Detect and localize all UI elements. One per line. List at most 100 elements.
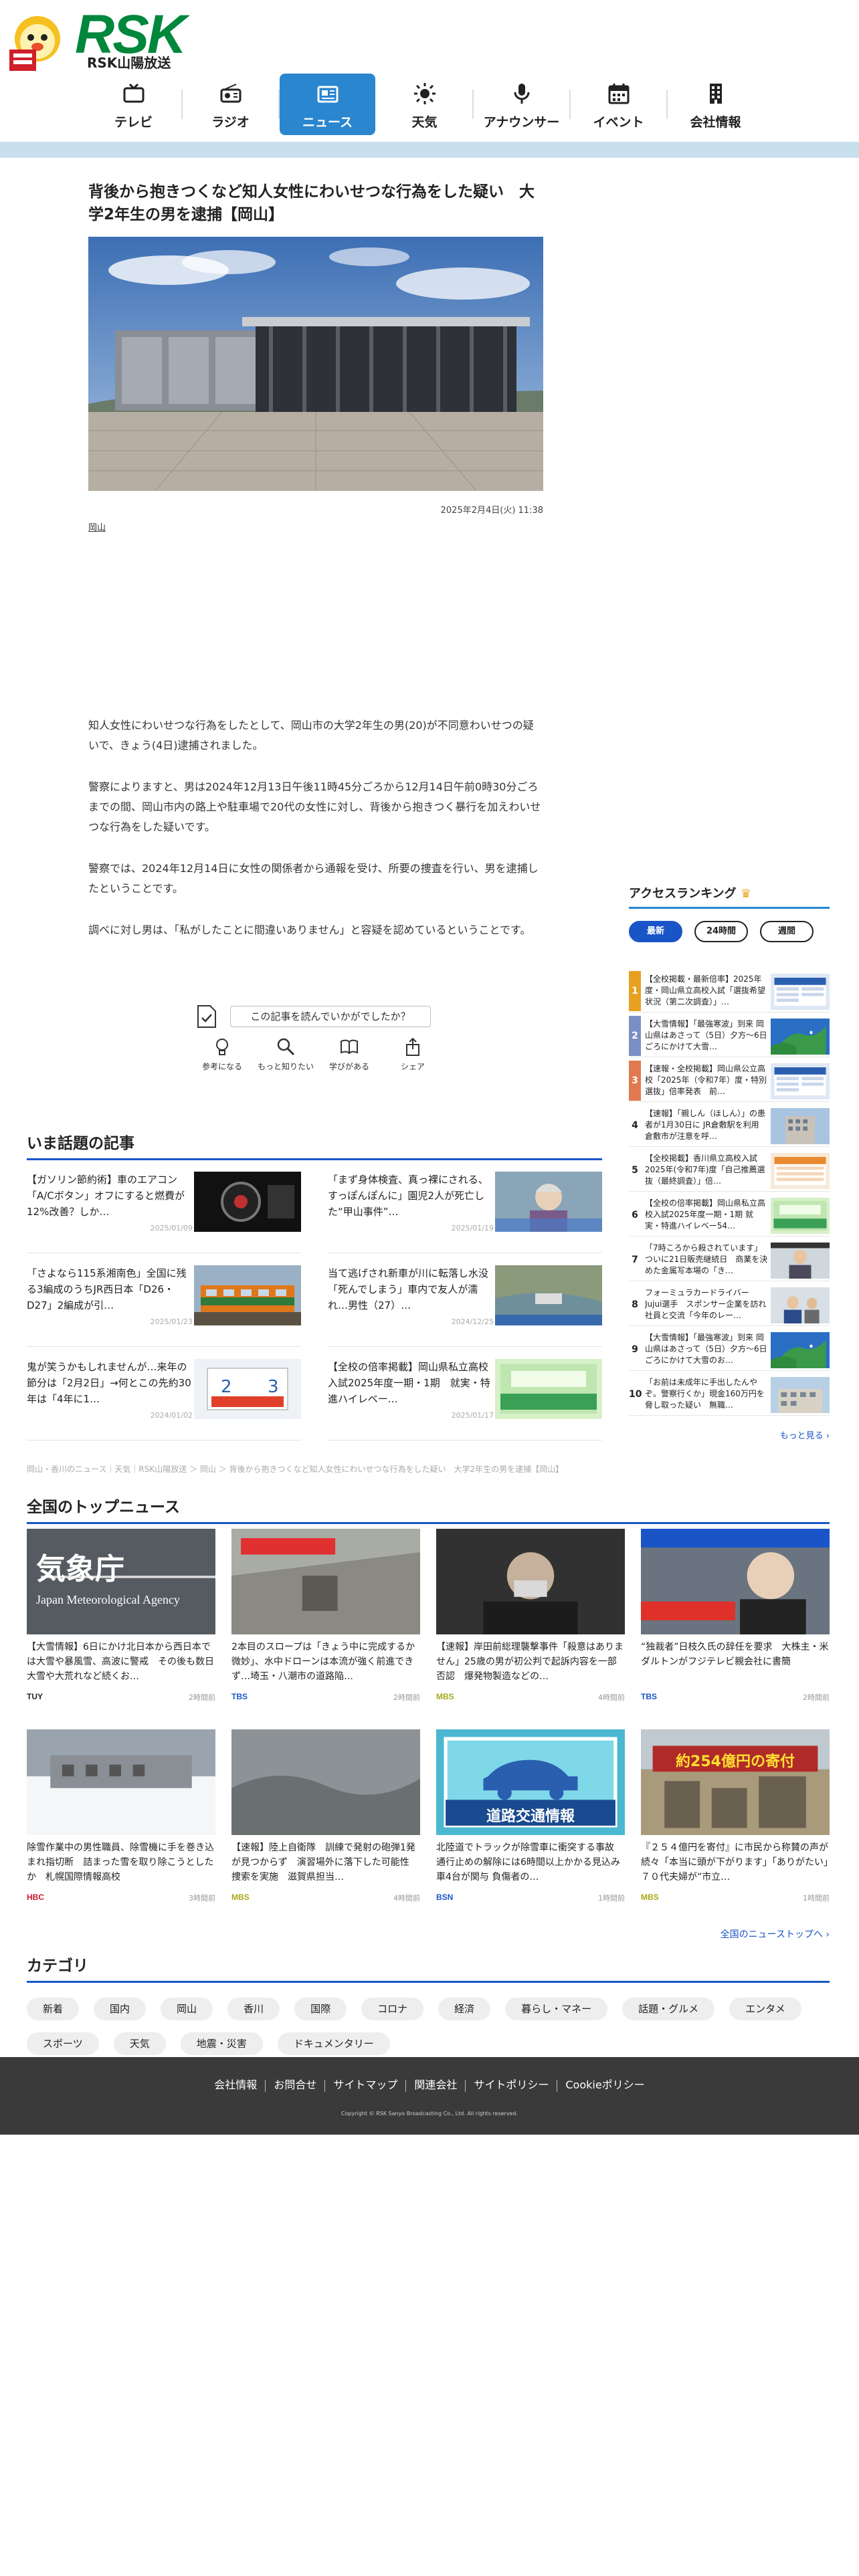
trending-item-title: 当て逃げされ新車が川に転落し水没「死んでしまう」車内で友人が濡れ…男性（27）…	[328, 1267, 489, 1311]
feedback-box: この記事を読んでいかがでしたか？ 参考になる もっと知りたい 学びがある シェア	[88, 1003, 543, 1103]
feedback-learn-button[interactable]: 学びがある	[316, 1037, 383, 1072]
feedback-helpful-button[interactable]: 参考になる	[189, 1037, 256, 1072]
trending-item[interactable]: 【全校の倍率掲載】岡山県私立高校入試2025年度一期・1期 就実・特進ハイレベー…	[328, 1359, 602, 1440]
site-logo[interactable]: RSK RSK山陽放送	[5, 5, 187, 72]
trending-item[interactable]: 鬼が笑うかもしれませんが…来年の節分は「2月2日」→何とこの先約30年は「4年に…	[27, 1359, 301, 1440]
ranking-thumbnail	[771, 1063, 830, 1099]
nav-item-company[interactable]: 会社情報	[668, 74, 763, 135]
category-chip[interactable]: エンタメ	[729, 1998, 801, 2020]
nav-item-event[interactable]: イベント	[571, 74, 666, 135]
trending-item-date: 2025/01/19	[451, 1224, 494, 1232]
tv-icon	[86, 82, 181, 110]
article-photo	[88, 237, 543, 491]
national-news-image	[436, 1529, 625, 1634]
national-news-image	[231, 1729, 420, 1835]
feedback-more-button[interactable]: もっと知りたい	[252, 1037, 319, 1072]
footer-link[interactable]: お問合せ	[274, 2078, 316, 2091]
national-news-card[interactable]: 【速報】岸田前総理襲撃事件「殺意はありません」25歳の男が初公判で起訴内容を一部…	[436, 1529, 625, 1720]
nav-item-news[interactable]: ニュース	[280, 74, 375, 135]
footer-link[interactable]: Cookieポリシー	[565, 2078, 644, 2091]
news-time: 2時間前	[803, 1693, 830, 1702]
category-chip[interactable]: コロナ	[361, 1998, 424, 2020]
national-news-title: 2本目のスロープは「きょう中に完成するか微妙」、水中ドローンは本流が強く前進でき…	[231, 1642, 415, 1682]
ranking-item[interactable]: 9 【大雪情報】「最強寒波」到来 岡山県はあさって（5日）夕方〜6日ごろにかけて…	[629, 1329, 830, 1371]
national-news-card[interactable]: 【速報】陸上自衛隊 訓練で発射の砲弾1発が見つからず 演習場外に落下した可能性 …	[231, 1729, 420, 1921]
category-chip[interactable]: 地震・災害	[180, 2032, 263, 2055]
national-title: 全国のトップニュース	[27, 1494, 830, 1524]
donation-banner-text: 約254億円の寄付	[676, 1753, 795, 1770]
category-chip[interactable]: 国内	[94, 1998, 147, 2020]
article: 背後から抱きつくなど知人女性にわいせつな行為をした疑い 大学2年生の男を逮捕【岡…	[88, 181, 543, 1071]
source-logo: MBS	[641, 1893, 659, 1902]
rank-number: 5	[629, 1150, 641, 1190]
category-chip[interactable]: 新着	[27, 1998, 80, 2020]
news-time: 1時間前	[803, 1894, 830, 1903]
trending-item[interactable]: 「さよなら115系湘南色」全国に残る3編成のうちJR西日本「D26・D27」2編…	[27, 1265, 301, 1347]
national-news-card[interactable]: 2本目のスロープは「きょう中に完成するか微妙」、水中ドローンは本流が強く前進でき…	[231, 1529, 420, 1720]
nav-item-weather[interactable]: 天気	[377, 74, 472, 135]
news-icon	[280, 82, 375, 110]
category-chip[interactable]: ドキュメンタリー	[277, 2032, 390, 2055]
national-news-title: “独裁者”日枝久氏の辞任を要求 大株主・米ダルトンがフジテレビ親会社に書簡	[641, 1642, 829, 1667]
nav-label: ニュース	[302, 115, 353, 130]
breadcrumb[interactable]: 岡山・香川のニュース｜天気｜RSK山陽放送 ＞ 岡山 ＞ 背後から抱きつくなど知…	[27, 1463, 830, 1475]
trending-item[interactable]: 当て逃げされ新車が川に転落し水没「死んでしまう」車内で友人が濡れ…男性（27）……	[328, 1265, 602, 1347]
ranking-item[interactable]: 1 【全校掲載・最新倍率】2025年度・岡山県立高校入試「選抜希望状況（第二次調…	[629, 971, 830, 1012]
ranking-item[interactable]: 4 【速報】「親しん（ほしん）」の患者が1月30日に JR倉敷駅を利用 倉敷市が…	[629, 1105, 830, 1147]
ranking-item[interactable]: 7 「7時ころから殺されています」ついに21日販売継続日 商業を決めた金属写本場…	[629, 1240, 830, 1281]
category-chip[interactable]: 天気	[113, 2032, 166, 2055]
category-chip[interactable]: スポーツ	[27, 2032, 99, 2055]
category-chip[interactable]: 香川	[227, 1998, 280, 2020]
share-button[interactable]: シェア	[379, 1037, 446, 1072]
category-chip[interactable]: 国際	[294, 1998, 347, 2020]
nav-item-tv[interactable]: テレビ	[86, 74, 181, 135]
footer-link[interactable]: 会社情報	[214, 2078, 257, 2091]
nav-item-announcer[interactable]: アナウンサー	[474, 74, 569, 135]
national-news-card[interactable]: 約254億円の寄付 『２５４億円を寄付』に市民から称賛の声が続々「本当に頭が下が…	[641, 1729, 830, 1921]
trending-item-title: 鬼が笑うかもしれませんが…来年の節分は「2月2日」→何とこの先約30年は「4年に…	[27, 1361, 191, 1405]
trending-item[interactable]: 【ガソリン節約術】車のエアコン「A/Cボタン」オフにすると燃費が12%改善？しか…	[27, 1172, 301, 1253]
ranking-item[interactable]: 8 フォーミュラカードライバー Jujui選手 スポンサー企業を訪れ社員と交流「…	[629, 1285, 830, 1326]
national-news-title: 【速報】岸田前総理襲撃事件「殺意はありません」25歳の男が初公判で起訴内容を一部…	[436, 1642, 624, 1682]
national-news-card[interactable]: 気象庁 Japan Meteorological Agency 【大雪情報】6日…	[27, 1529, 215, 1720]
ranking-tab-latest[interactable]: 最新	[629, 921, 682, 942]
trending-item-title: 【全校の倍率掲載】岡山県私立高校入試2025年度一期・1期 就実・特進ハイレベー…	[328, 1361, 490, 1405]
ranking-item[interactable]: 6 【全校の倍率掲載】岡山県私立高校入試2025年度一期・1期 就実・特進ハイレ…	[629, 1195, 830, 1237]
ranking-more-link[interactable]: もっと見る ›	[629, 1428, 830, 1441]
category-chip[interactable]: 岡山	[161, 1998, 213, 2020]
category-chip[interactable]: 経済	[438, 1998, 491, 2020]
ranking-thumbnail	[771, 1018, 830, 1055]
trending-item-date: 2025/01/09	[150, 1224, 193, 1232]
national-more-link[interactable]: 全国のニューストップへ ›	[27, 1927, 830, 1941]
trending-item-date: 2024/12/25	[451, 1317, 494, 1326]
national-news-card[interactable]: “独裁者”日枝久氏の辞任を要求 大株主・米ダルトンがフジテレビ親会社に書簡 TB…	[641, 1529, 830, 1720]
jma-sign-text: 気象庁	[36, 1552, 124, 1586]
crown-icon: ♛	[740, 887, 751, 901]
ranking-item[interactable]: 5 【全校掲載】香川県立高校入試2025年(令和7年)度「自己推薦選抜（最終調査…	[629, 1150, 830, 1192]
category-chip[interactable]: 暮らし・マネー	[505, 1998, 608, 2020]
ranking-item-title: 【全校の倍率掲載】岡山県私立高校入試2025年度一期・1期 就実・特進ハイレベー…	[645, 1198, 766, 1230]
radio-icon	[183, 82, 278, 110]
ranking-tab-weekly[interactable]: 週間	[760, 921, 814, 942]
ranking-thumbnail	[771, 1287, 830, 1323]
footer-link[interactable]: 関連会社	[414, 2078, 457, 2091]
national-news-card[interactable]: 道路交通情報 北陸道でトラックが除雪車に衝突する事故 通行止めの解除には6時間以…	[436, 1729, 625, 1921]
national-news-card[interactable]: 除雪作業中の男性職員、除雪機に手を巻き込まれ指切断 詰まった雪を取り除こうとした…	[27, 1729, 215, 1921]
ranking-item-title: 【全校掲載・最新倍率】2025年度・岡山県立高校入試「選抜希望状況（第二次調査）…	[645, 974, 766, 1006]
footer-link[interactable]: サイトマップ	[333, 2078, 397, 2091]
article-paragraph: 調べに対し男は、「私がしたことに間違いありません」と容疑を認めているということで…	[88, 924, 531, 936]
ranking-title: アクセスランキング ♛	[629, 884, 830, 909]
ranking-item[interactable]: 10 「お前は未成年に手出したんやぞ。警察行くか」現金160万円を脅し取った疑い…	[629, 1374, 830, 1416]
feedback-option-label: シェア	[400, 1062, 425, 1071]
ranking-tab-24h[interactable]: 24時間	[694, 921, 748, 942]
ranking-item[interactable]: 2 【大雪情報】「最強寒波」到来 岡山県はあさって（5日）夕方〜6日ごろにかけて…	[629, 1016, 830, 1057]
article-tag-link[interactable]: 岡山	[88, 520, 106, 533]
ranking-item[interactable]: 3 【速報・全校掲載】岡山県公立高校「2025年（令和7年）度・特別選抜」倍率発…	[629, 1061, 830, 1102]
sun-icon	[377, 82, 472, 110]
nav-item-radio[interactable]: ラジオ	[183, 74, 278, 135]
document-check-icon	[197, 1005, 216, 1028]
footer-link[interactable]: サイトポリシー	[474, 2078, 549, 2091]
feedback-option-label: もっと知りたい	[257, 1062, 314, 1071]
trending-item[interactable]: 「まず身体検査、真っ裸にされる、すっぽんぽんに」園児2人が死亡した“甲山事件”……	[328, 1172, 602, 1253]
category-chip[interactable]: 話題・グルメ	[622, 1998, 715, 2020]
